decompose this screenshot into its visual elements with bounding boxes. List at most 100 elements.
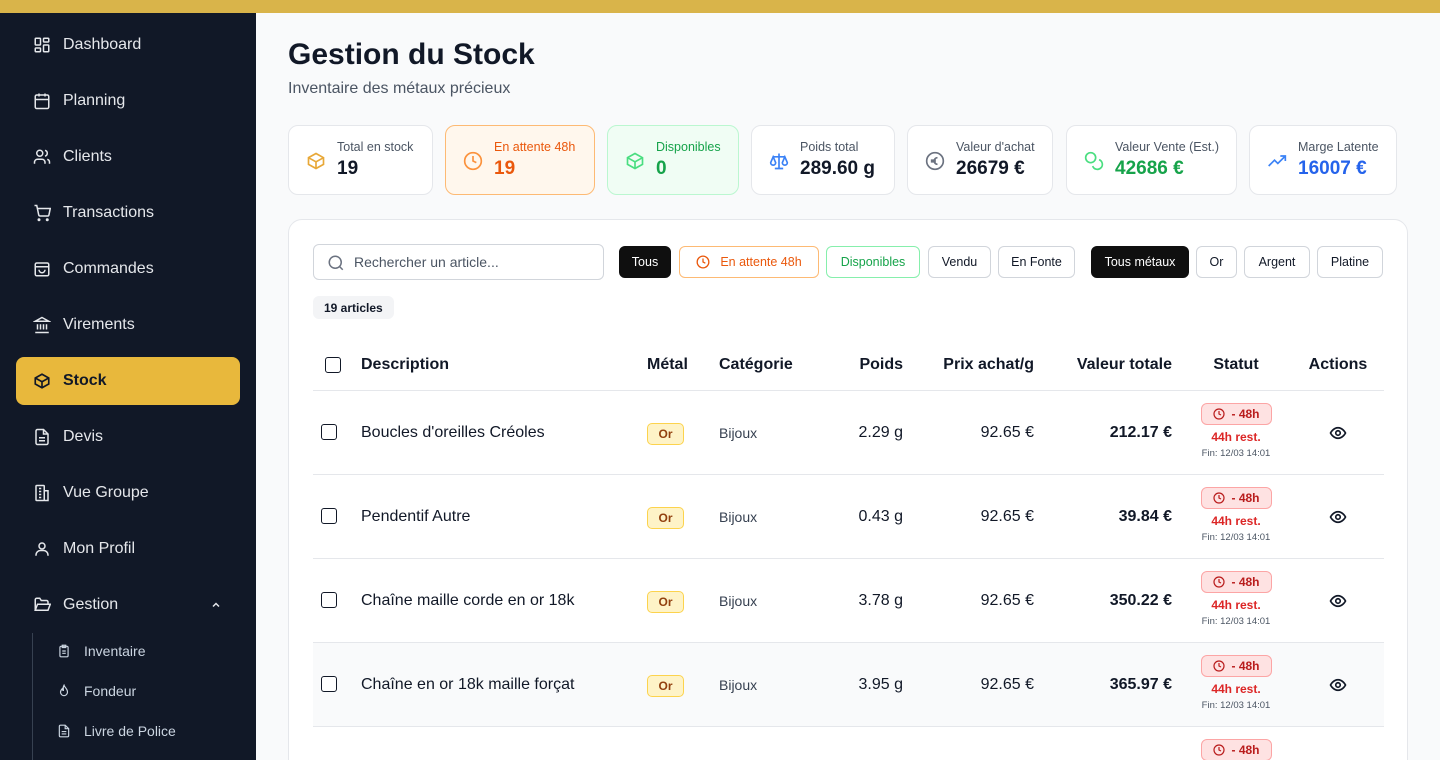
time-remaining: 44h rest. (1211, 430, 1261, 444)
coins-icon (1084, 151, 1104, 171)
status-badge: - 48h (1201, 403, 1272, 425)
status-badge: - 48h (1201, 655, 1272, 677)
item-category: Bijoux (719, 677, 758, 693)
filter-button-available[interactable]: Disponibles (826, 246, 920, 278)
row-checkbox[interactable] (321, 676, 337, 692)
view-icon[interactable] (1329, 508, 1347, 526)
hold-end-date: Fin: 12/03 14:01 (1201, 532, 1271, 543)
column-header-price[interactable]: Prix achat/g (914, 356, 1034, 374)
item-total-value: 39.84 € (1118, 508, 1172, 525)
column-header-weight[interactable]: Poids (823, 356, 903, 374)
sidebar-item-gestion[interactable]: Gestion (16, 581, 240, 629)
sidebar-item-label: Clients (63, 148, 112, 165)
article-count-badge: 19 articles (313, 296, 394, 319)
item-weight: 2.29 g (858, 424, 903, 441)
shopping-bag-icon (33, 260, 51, 278)
box-icon (33, 372, 51, 390)
window-title-bar (0, 0, 1440, 13)
item-description: Pendentif Autre (361, 508, 471, 525)
item-weight: 0.43 g (858, 508, 903, 525)
clock-icon (1213, 576, 1226, 588)
status-label: - 48h (1231, 575, 1260, 589)
column-header-status[interactable]: Statut (1181, 356, 1291, 374)
metal-filter-gold[interactable]: Or (1196, 246, 1237, 278)
search-box (313, 244, 604, 280)
bank-icon (33, 316, 51, 334)
column-header-description[interactable]: Description (361, 356, 449, 374)
view-icon[interactable] (1329, 676, 1347, 694)
sidebar-item-mon-profil[interactable]: Mon Profil (16, 525, 240, 573)
search-input[interactable] (354, 245, 599, 279)
sidebar-subitem-livre-de-police[interactable]: Livre de Police (57, 719, 176, 743)
filter-button-melting[interactable]: En Fonte (998, 246, 1075, 278)
metal-badge: Or (647, 423, 684, 445)
row-checkbox[interactable] (321, 508, 337, 524)
sidebar-subitem-inventaire[interactable]: Inventaire (57, 639, 145, 663)
status-badge: - 48h (1201, 487, 1272, 509)
sidebar-item-transactions[interactable]: Transactions (16, 189, 240, 237)
select-all-checkbox[interactable] (325, 357, 341, 373)
sidebar-item-label: Planning (63, 92, 126, 109)
view-icon[interactable] (1329, 424, 1347, 442)
sidebar-item-label: Devis (63, 428, 104, 445)
sidebar-item-devis[interactable]: Devis (16, 413, 240, 461)
sidebar-item-commandes[interactable]: Commandes (16, 245, 240, 293)
user-icon (33, 540, 51, 558)
sidebar-item-vue-groupe[interactable]: Vue Groupe (16, 469, 240, 517)
filter-button-pending[interactable]: En attente 48h (679, 246, 819, 278)
item-price-per-gram: 92.65 € (980, 508, 1034, 525)
status-label: - 48h (1231, 743, 1260, 757)
item-category: Bijoux (719, 509, 758, 525)
metal-badge: Or (647, 591, 684, 613)
stat-label: Valeur d'achat (956, 140, 1035, 154)
cart-icon (33, 204, 51, 222)
metal-filter-silver[interactable]: Argent (1244, 246, 1310, 278)
submenu-divider (32, 633, 33, 760)
euro-icon (925, 151, 945, 171)
metal-badge: Or (647, 675, 684, 697)
trending-up-icon (1267, 151, 1287, 171)
table-divider (313, 726, 1384, 727)
stat-value: 26679 € (956, 158, 1025, 179)
chevron-up-icon[interactable] (210, 598, 222, 610)
sidebar-item-clients[interactable]: Clients (16, 133, 240, 181)
item-category: Bijoux (719, 593, 758, 609)
column-header-category[interactable]: Catégorie (719, 356, 793, 374)
clock-icon (1213, 408, 1226, 420)
item-description: Chaîne maille corde en or 18k (361, 592, 575, 609)
hold-end-date: Fin: 12/03 14:01 (1201, 700, 1271, 711)
filter-button-all[interactable]: Tous (619, 246, 671, 278)
sidebar-item-label: Vue Groupe (63, 484, 149, 501)
status-label: - 48h (1231, 491, 1260, 505)
row-checkbox[interactable] (321, 592, 337, 608)
column-header-metal[interactable]: Métal (647, 356, 688, 374)
sidebar-item-planning[interactable]: Planning (16, 77, 240, 125)
metal-badge: Or (647, 507, 684, 529)
stat-label: En attente 48h (494, 140, 576, 154)
clock-icon (696, 255, 710, 269)
status-label: - 48h (1231, 407, 1260, 421)
sidebar-item-dashboard[interactable]: Dashboard (16, 21, 240, 69)
filter-button-sold[interactable]: Vendu (928, 246, 991, 278)
stat-label: Marge Latente (1298, 140, 1379, 154)
metal-filter-platinum[interactable]: Platine (1317, 246, 1383, 278)
view-icon[interactable] (1329, 592, 1347, 610)
sidebar-subitem-label: Fondeur (84, 683, 137, 699)
sidebar-subitem-fondeur[interactable]: Fondeur (57, 679, 136, 703)
row-checkbox[interactable] (321, 424, 337, 440)
clock-icon (1213, 744, 1226, 756)
folder-open-icon (33, 596, 51, 614)
sidebar-subitem-label: Livre de Police (84, 723, 176, 739)
column-header-total[interactable]: Valeur totale (1046, 356, 1172, 374)
item-weight: 3.95 g (858, 676, 903, 693)
sidebar-item-stock[interactable]: Stock (16, 357, 240, 405)
sidebar-item-label: Dashboard (63, 36, 142, 53)
metal-filter-all[interactable]: Tous métaux (1091, 246, 1189, 278)
hold-end-date: Fin: 12/03 14:01 (1201, 616, 1271, 627)
page-subtitle: Inventaire des métaux précieux (288, 80, 511, 97)
sidebar-item-virements[interactable]: Virements (16, 301, 240, 349)
calendar-icon (33, 92, 51, 110)
stat-label: Poids total (800, 140, 859, 154)
table-divider (313, 558, 1384, 559)
stat-card-weight: Poids total 289.60 g (751, 125, 895, 195)
